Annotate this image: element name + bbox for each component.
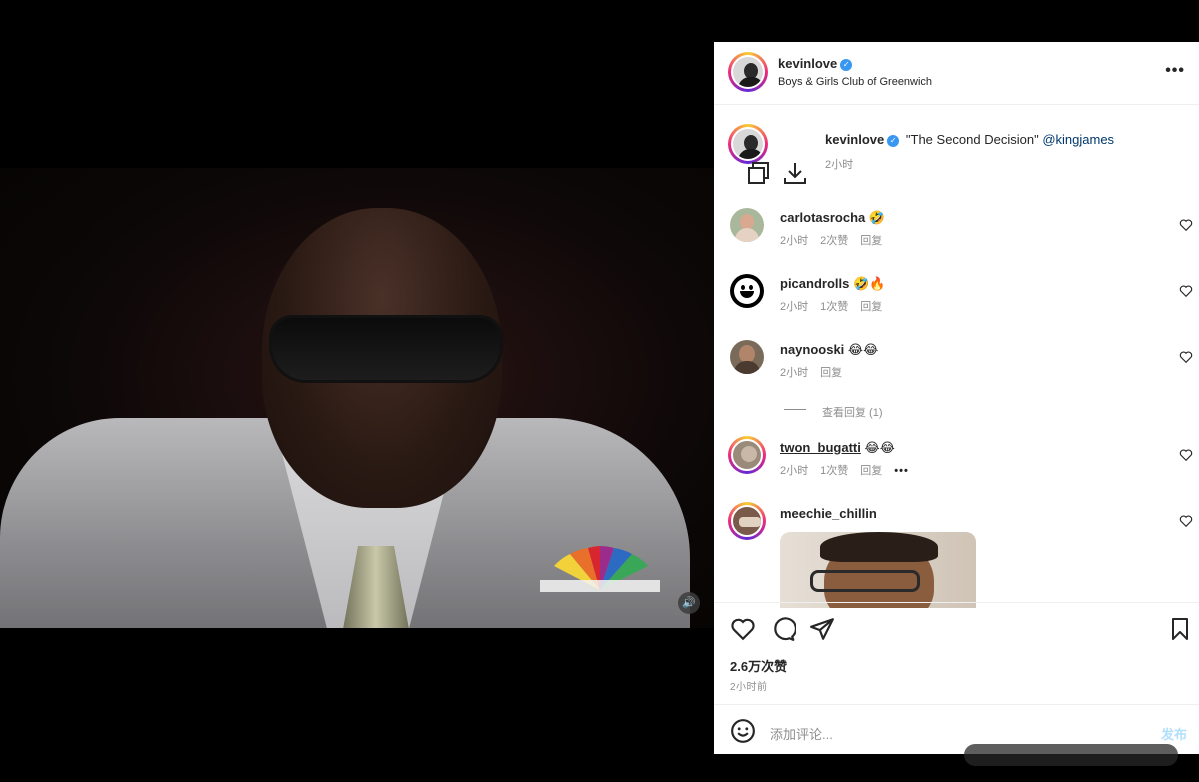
header-avatar[interactable] (728, 52, 768, 92)
post-time: 2小时前 (730, 682, 768, 693)
comment-text: 😂😂 (847, 342, 879, 357)
comment-like-heart-icon[interactable] (1179, 284, 1193, 298)
likes-count[interactable]: 2.6万次赞 (730, 656, 787, 675)
comment-username[interactable]: meechie_chillin (780, 506, 877, 521)
verified-icon: ✓ (887, 135, 900, 147)
comment-username[interactable]: picandrolls (780, 276, 849, 291)
reply-button[interactable]: 回复 (860, 235, 882, 247)
comment-time: 2小时 (780, 301, 809, 313)
comment-likes[interactable]: 2次赞 (820, 235, 848, 247)
header-divider (714, 104, 1199, 105)
input-divider (714, 704, 1199, 705)
caption-avatar[interactable] (728, 124, 768, 164)
header-location[interactable]: Boys & Girls Club of Greenwich (778, 76, 932, 88)
reply-button[interactable]: 回复 (860, 465, 882, 477)
heart-icon[interactable] (730, 616, 756, 642)
copy-icon[interactable] (746, 160, 772, 186)
comment-username[interactable]: carlotasrocha (780, 210, 865, 225)
comment-avatar[interactable] (730, 274, 764, 308)
speaker-icon[interactable]: 🔊 (678, 592, 700, 614)
more-horizontal-icon[interactable]: ••• (1165, 62, 1185, 80)
nbc-peacock-logo (540, 546, 660, 592)
reply-button[interactable]: 回复 (860, 301, 882, 313)
comment-like-heart-icon[interactable] (1179, 350, 1193, 364)
comment-time: 2小时 (780, 465, 809, 477)
video-player[interactable]: 🔊 (0, 168, 714, 628)
comment-text: 🤣🔥 (852, 276, 886, 291)
comment-avatar[interactable] (728, 436, 766, 474)
caption-text: "The Second Decision" (905, 132, 1039, 147)
comment-time: 2小时 (780, 367, 809, 379)
comment-likes[interactable]: 1次赞 (820, 301, 848, 313)
view-replies-button[interactable]: 查看回复 (1) (822, 404, 883, 420)
comment-username[interactable]: naynooski (780, 342, 844, 357)
watermark (964, 744, 1178, 766)
caption: kevinlove ✓ "The Second Decision" @kingja… (825, 132, 1114, 147)
comment-username[interactable]: twon_bugatti (780, 440, 861, 455)
comment-like-heart-icon[interactable] (1179, 448, 1193, 462)
view-replies-line (784, 409, 806, 410)
reply-button[interactable]: 回复 (820, 367, 842, 379)
actions-divider (714, 602, 1199, 603)
header-user[interactable]: kevinlove ✓ (778, 55, 853, 73)
comment-icon[interactable] (770, 616, 796, 642)
bookmark-icon[interactable] (1168, 616, 1192, 642)
download-icon[interactable] (782, 160, 808, 186)
header-username[interactable]: kevinlove (778, 56, 837, 71)
post-panel: kevinlove ✓ Boys & Girls Club of Greenwic… (714, 42, 1199, 754)
caption-username[interactable]: kevinlove (825, 132, 884, 147)
comment-time: 2小时 (780, 235, 809, 247)
smiley-icon[interactable] (730, 718, 756, 744)
comment-avatar[interactable] (728, 502, 766, 540)
comment-text: 😂😂 (864, 440, 895, 455)
comment-text: 🤣 (868, 210, 886, 225)
comment-avatar[interactable] (730, 340, 764, 374)
comment-more-icon[interactable]: ••• (894, 465, 909, 477)
post-comment-button[interactable]: 发布 (1161, 724, 1187, 743)
comment-input[interactable]: 添加评论... (770, 724, 833, 743)
comment-image[interactable] (780, 532, 976, 608)
video-frame-sunglasses (272, 318, 500, 380)
verified-icon: ✓ (840, 59, 853, 71)
comment-likes[interactable]: 1次赞 (820, 465, 848, 477)
comment-like-heart-icon[interactable] (1179, 514, 1193, 528)
comment-avatar[interactable] (730, 208, 764, 242)
caption-mention[interactable]: @kingjames (1042, 132, 1114, 147)
comment-like-heart-icon[interactable] (1179, 218, 1193, 232)
send-icon[interactable] (809, 616, 835, 642)
caption-time: 2小时 (825, 159, 854, 171)
